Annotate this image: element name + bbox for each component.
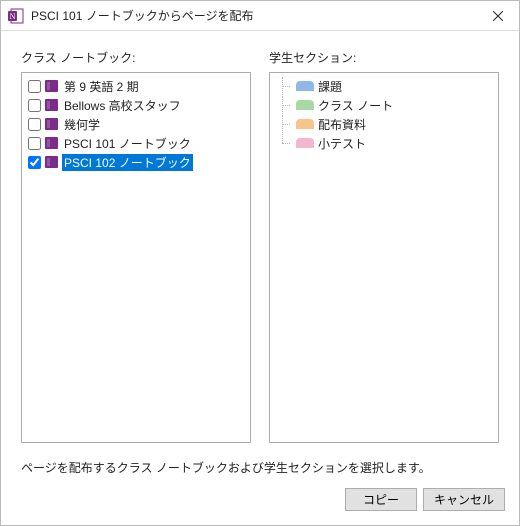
button-row: コピー キャンセル [1, 482, 519, 525]
class-notebooks-list[interactable]: 第 9 英語 2 期 Bellows 高校スタッフ幾何学 PSCI 101 ノートブ… [21, 72, 251, 443]
section-tab-icon [296, 119, 314, 129]
window-title: PSCI 101 ノートブックからページを配布 [31, 7, 477, 24]
section-tab-icon [296, 81, 314, 91]
close-icon [493, 11, 503, 21]
titlebar: N PSCI 101 ノートブックからページを配布 [1, 1, 519, 31]
student-sections-heading: 学生セクション: [269, 49, 499, 66]
instruction-text: ページを配布するクラス ノートブックおよび学生セクションを選択します。 [1, 451, 519, 482]
notebook-checkbox[interactable] [28, 99, 41, 112]
notebook-icon [45, 156, 58, 168]
notebook-checkbox[interactable] [28, 156, 41, 169]
notebook-item[interactable]: PSCI 102 ノートブック [28, 153, 244, 171]
tree-guide [276, 134, 296, 152]
notebook-item[interactable]: Bellows 高校スタッフ [28, 96, 244, 114]
section-label: クラス ノート [318, 97, 393, 114]
tree-guide [276, 77, 296, 95]
student-sections-list[interactable]: 課題クラス ノート配布資料小テスト [269, 72, 499, 443]
notebook-checkbox[interactable] [28, 80, 41, 93]
student-sections-pane: 学生セクション: 課題クラス ノート配布資料小テスト [269, 49, 499, 443]
notebook-label: 第 9 英語 2 期 [62, 78, 141, 95]
onenote-icon: N [7, 7, 25, 25]
notebook-label: 幾何学 [62, 116, 102, 133]
svg-text:N: N [10, 12, 16, 21]
notebook-label: PSCI 101 ノートブック [62, 135, 193, 152]
section-item[interactable]: 小テスト [276, 134, 492, 152]
notebook-label: PSCI 102 ノートブック [62, 154, 193, 171]
notebook-item[interactable]: 幾何学 [28, 115, 244, 133]
notebook-icon [45, 99, 58, 111]
notebook-item[interactable]: 第 9 英語 2 期 [28, 77, 244, 95]
class-notebooks-pane: クラス ノートブック: 第 9 英語 2 期 Bellows 高校スタッフ幾何学 P… [21, 49, 251, 443]
close-button[interactable] [477, 1, 519, 31]
notebook-label: Bellows 高校スタッフ [62, 97, 183, 114]
content-area: クラス ノートブック: 第 9 英語 2 期 Bellows 高校スタッフ幾何学 P… [1, 31, 519, 451]
notebook-icon [45, 137, 58, 149]
section-item[interactable]: クラス ノート [276, 96, 492, 114]
notebook-icon [45, 80, 58, 92]
tree-guide [276, 96, 296, 114]
section-item[interactable]: 課題 [276, 77, 492, 95]
cancel-button[interactable]: キャンセル [423, 488, 505, 511]
class-notebooks-heading: クラス ノートブック: [21, 49, 251, 66]
copy-button[interactable]: コピー [345, 488, 417, 511]
tree-guide [276, 115, 296, 133]
notebook-icon [45, 118, 58, 130]
section-tab-icon [296, 100, 314, 110]
section-tab-icon [296, 138, 314, 148]
section-item[interactable]: 配布資料 [276, 115, 492, 133]
section-label: 小テスト [318, 135, 366, 152]
notebook-item[interactable]: PSCI 101 ノートブック [28, 134, 244, 152]
section-label: 配布資料 [318, 116, 366, 133]
section-label: 課題 [318, 78, 342, 95]
notebook-checkbox[interactable] [28, 118, 41, 131]
notebook-checkbox[interactable] [28, 137, 41, 150]
